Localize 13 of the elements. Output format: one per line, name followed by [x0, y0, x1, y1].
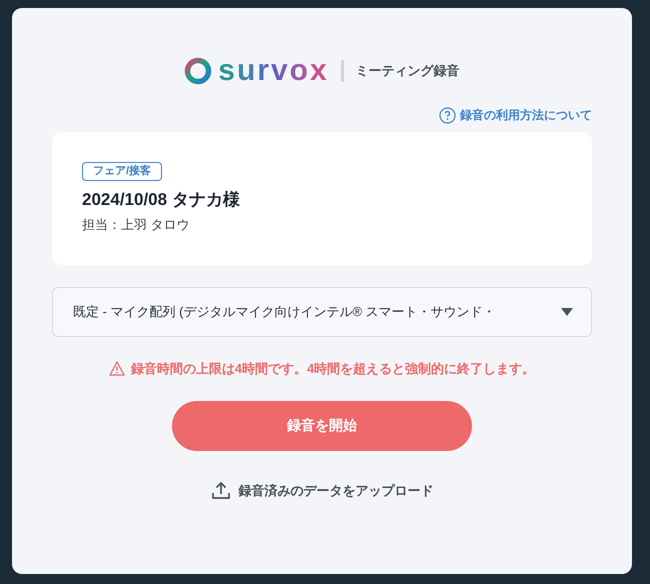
- caret-icon: [561, 308, 573, 316]
- ring-logo-icon: [184, 57, 212, 85]
- upload-icon: [210, 480, 230, 500]
- help-link[interactable]: 録音の利用方法について: [439, 106, 592, 124]
- question-icon: [439, 106, 456, 124]
- assignee-text: 担当：上羽 タロウ: [82, 216, 190, 234]
- warning-icon: [108, 361, 125, 376]
- warning-text: 録音時間の上限は4時間です。4時間を超えると強制的に終了します。: [130, 360, 536, 378]
- page-title: ミーティング録音: [356, 62, 460, 80]
- microphone-select[interactable]: 既定 - マイク配列 (デジタルマイク向けインテル® スマート・サウンド・: [52, 287, 592, 337]
- category-tag: フェア/接客: [82, 162, 162, 181]
- upload-link[interactable]: 録音済みのデータをアップロード: [210, 480, 434, 500]
- meeting-title: 2024/10/08 タナカ様: [82, 189, 240, 211]
